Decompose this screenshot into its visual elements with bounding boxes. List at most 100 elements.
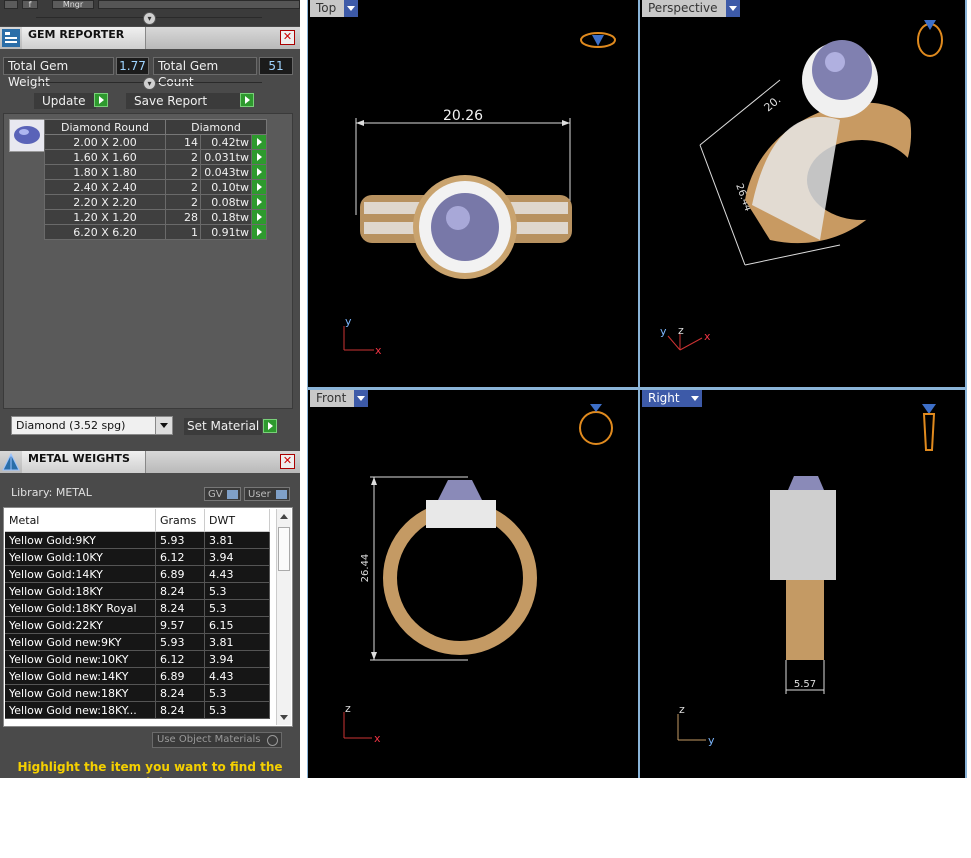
metal-grams: 8.24 [155, 701, 205, 719]
user-toggle[interactable]: User [244, 487, 290, 501]
set-material-button[interactable]: Set Material [184, 418, 262, 435]
perspective-view-render: 20. 26.44 y z x [660, 20, 943, 351]
gem-row[interactable]: 1.20 X 1.20 28 0.18tw [44, 209, 267, 225]
metal-name: Yellow Gold:18KY Royal [5, 599, 156, 617]
metal-grams: 8.24 [155, 582, 205, 600]
set-material-go-icon[interactable] [263, 419, 277, 433]
gv-label: GV [208, 489, 223, 500]
front-dimension-text: 26.44 [360, 554, 371, 583]
gem-count: 2 [165, 149, 201, 165]
metal-col-header[interactable]: Metal [5, 509, 156, 532]
gem-reporter-close-icon[interactable]: ✕ [280, 30, 295, 45]
metal-row[interactable]: Yellow Gold new:18KY... 8.24 5.3 [5, 701, 270, 719]
front-view-render: 26.44 z x [343, 404, 613, 745]
metal-dwt: 3.94 [204, 548, 270, 566]
gem-size: 1.60 X 1.60 [44, 149, 166, 165]
use-object-materials-toggle[interactable]: Use Object Materials [152, 732, 282, 748]
gem-row[interactable]: 2.40 X 2.40 2 0.10tw [44, 179, 267, 195]
metal-weights-title: METAL WEIGHTS [22, 451, 146, 473]
metal-row[interactable]: Yellow Gold:22KY 9.57 6.15 [5, 616, 270, 634]
scroll-thumb[interactable] [278, 527, 290, 571]
metal-row[interactable]: Yellow Gold:14KY 6.89 4.43 [5, 565, 270, 583]
hint-text: Highlight the item you want to find the … [17, 760, 283, 778]
metal-weights-list: Metal Grams DWT Yellow Gold:9KY 5.93 3.81 … [3, 507, 293, 727]
save-report-go-icon[interactable] [240, 93, 254, 107]
axis-y-label: y [345, 315, 352, 328]
metal-row[interactable]: Yellow Gold:10KY 6.12 3.94 [5, 548, 270, 566]
metal-row[interactable]: Yellow Gold:18KY Royal 8.24 5.3 [5, 599, 270, 617]
metal-row[interactable]: Yellow Gold:9KY 5.93 3.81 [5, 531, 270, 549]
top-toolbar: f Mngr ▾ [0, 0, 300, 26]
gem-select-icon[interactable] [251, 179, 267, 195]
gem-row[interactable]: 6.20 X 6.20 1 0.91tw [44, 224, 267, 240]
update-go-icon[interactable] [94, 93, 108, 107]
toolbar-slider[interactable] [98, 0, 300, 9]
save-report-button[interactable]: Save Report [126, 93, 240, 109]
gem-size: 2.00 X 2.00 [44, 134, 166, 150]
collapse-toggle-icon[interactable]: ▾ [143, 12, 156, 25]
gem-select-icon[interactable] [251, 224, 267, 240]
metal-table: Metal Grams DWT Yellow Gold:9KY 5.93 3.81 … [5, 509, 270, 719]
gem-count: 1 [165, 224, 201, 240]
scroll-down-icon[interactable] [280, 715, 288, 720]
viewport-front[interactable]: Front 26.44 z x [308, 390, 638, 778]
metal-name: Yellow Gold:9KY [5, 531, 156, 549]
total-gem-weight-value: 1.77 [116, 57, 149, 75]
dwt-col-header[interactable]: DWT [204, 509, 270, 532]
toolbar-button-1[interactable] [4, 0, 18, 9]
viewport-perspective[interactable]: Perspective 20. 26.44 y z x [640, 0, 965, 387]
axis-y-label: y [708, 734, 715, 747]
metal-row[interactable]: Yellow Gold new:14KY 6.89 4.43 [5, 667, 270, 685]
metal-dwt: 5.3 [204, 684, 270, 702]
scroll-up-icon[interactable] [280, 514, 288, 519]
metal-list-scrollbar[interactable] [276, 509, 291, 725]
viewport-top[interactable]: Top 20.26 y x [308, 0, 638, 387]
gem-weight: 0.18tw [200, 209, 252, 225]
update-button[interactable]: Update [34, 93, 96, 109]
collapse-toggle-icon-2[interactable]: ▾ [143, 77, 156, 90]
gem-select-icon[interactable] [251, 209, 267, 225]
gem-row[interactable]: 1.80 X 1.80 2 0.043tw [44, 164, 267, 180]
gem-size: 2.20 X 2.20 [44, 194, 166, 210]
material-select[interactable]: Diamond (3.52 spg) [11, 416, 173, 435]
gem-table-header-type: Diamond [165, 119, 267, 135]
metal-name: Yellow Gold:18KY [5, 582, 156, 600]
viewport-right[interactable]: Right 5.57 z y [640, 390, 965, 778]
gem-weight: 0.08tw [200, 194, 252, 210]
radio-icon[interactable] [267, 735, 278, 746]
gem-select-icon[interactable] [251, 164, 267, 180]
gem-reporter-header: GEM REPORTER ✕ [0, 27, 300, 49]
chevron-down-icon[interactable] [155, 417, 172, 434]
metal-name: Yellow Gold new:14KY [5, 667, 156, 685]
gem-size: 1.20 X 1.20 [44, 209, 166, 225]
metal-weights-close-icon[interactable]: ✕ [280, 454, 295, 469]
grams-col-header[interactable]: Grams [155, 509, 205, 532]
gem-row[interactable]: 2.00 X 2.00 14 0.42tw [44, 134, 267, 150]
metal-row[interactable]: Yellow Gold new:10KY 6.12 3.94 [5, 650, 270, 668]
metal-name: Yellow Gold new:18KY [5, 684, 156, 702]
toolbar-button-2[interactable]: f [22, 0, 38, 9]
metal-dwt: 4.43 [204, 565, 270, 583]
metal-grams: 6.12 [155, 548, 205, 566]
gv-toggle[interactable]: GV [204, 487, 241, 501]
metal-name: Yellow Gold:14KY [5, 565, 156, 583]
metal-name: Yellow Gold new:10KY [5, 650, 156, 668]
material-select-value: Diamond (3.52 spg) [16, 419, 126, 432]
gem-row[interactable]: 1.60 X 1.60 2 0.031tw [44, 149, 267, 165]
metal-row[interactable]: Yellow Gold new:18KY 8.24 5.3 [5, 684, 270, 702]
gem-select-icon[interactable] [251, 149, 267, 165]
user-toggle-icon [276, 490, 287, 499]
axis-z-label: z [345, 702, 351, 715]
gem-select-icon[interactable] [251, 134, 267, 150]
gem-weight: 0.42tw [200, 134, 252, 150]
metal-dwt: 3.81 [204, 531, 270, 549]
gem-table-header-shape: Diamond Round [44, 119, 166, 135]
metal-row[interactable]: Yellow Gold new:9KY 5.93 3.81 [5, 633, 270, 651]
axis-z-label: z [679, 703, 685, 716]
metal-row[interactable]: Yellow Gold:18KY 8.24 5.3 [5, 582, 270, 600]
perspective-dimension-a: 20. [762, 93, 784, 114]
gem-row[interactable]: 2.20 X 2.20 2 0.08tw [44, 194, 267, 210]
metal-dwt: 5.3 [204, 599, 270, 617]
gem-select-icon[interactable] [251, 194, 267, 210]
toolbar-button-mngr[interactable]: Mngr [52, 0, 94, 9]
